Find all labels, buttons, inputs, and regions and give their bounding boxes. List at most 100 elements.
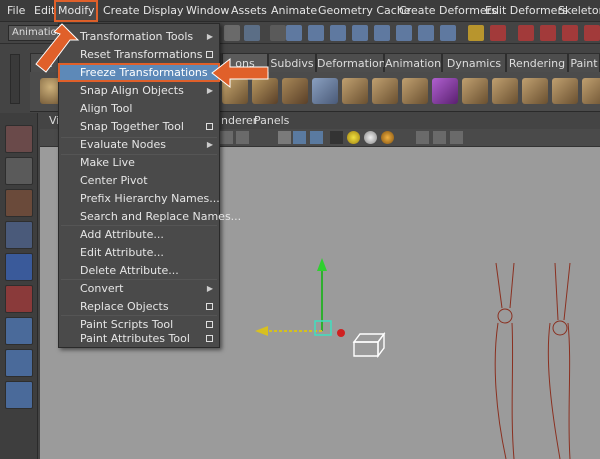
soft-mod-tool-icon[interactable] bbox=[5, 349, 33, 377]
snap-point-icon[interactable] bbox=[330, 25, 346, 41]
isolate-select-icon[interactable] bbox=[416, 131, 429, 144]
menu-item-convert[interactable]: Convert ▶ bbox=[59, 280, 219, 297]
menu-edit-deformers[interactable]: Edit Deformers bbox=[485, 0, 568, 22]
menu-create[interactable]: Create bbox=[103, 0, 140, 22]
menu-item-label: Align Tool bbox=[80, 102, 133, 115]
tab-subdivs[interactable]: Subdivs bbox=[268, 53, 316, 72]
y-axis-arrow-icon bbox=[317, 258, 327, 271]
menu-item-label: Make Live bbox=[80, 156, 135, 169]
camera-settings-icon[interactable] bbox=[450, 131, 463, 144]
hypershade-icon[interactable] bbox=[562, 25, 578, 41]
menu-edit[interactable]: Edit bbox=[34, 0, 55, 22]
xray-icon[interactable] bbox=[293, 131, 306, 144]
menu-item-make-live[interactable]: Make Live bbox=[59, 154, 219, 171]
menu-item-reset-transformations[interactable]: Reset Transformations bbox=[59, 46, 219, 63]
menu-item-delete-attribute[interactable]: Delete Attribute... bbox=[59, 262, 219, 279]
menu-file[interactable]: File bbox=[7, 0, 25, 22]
menu-item-paint-attributes-tool[interactable]: Paint Attributes Tool bbox=[59, 330, 219, 347]
scale-tool-icon[interactable] bbox=[5, 285, 33, 313]
snap-surface-icon[interactable] bbox=[374, 25, 390, 41]
option-box-icon[interactable] bbox=[206, 303, 213, 310]
x-axis-arrow-icon bbox=[255, 326, 268, 336]
select-tool-icon[interactable] bbox=[5, 125, 33, 153]
menu-animate[interactable]: Animate bbox=[271, 0, 317, 22]
tab-deformation[interactable]: Deformation bbox=[316, 53, 386, 72]
textured-icon[interactable] bbox=[310, 131, 323, 144]
menu-item-label: Snap Align Objects bbox=[80, 84, 184, 97]
menu-item-align-tool[interactable]: Align Tool bbox=[59, 100, 219, 117]
shelf-collapse-handle[interactable] bbox=[10, 54, 20, 104]
menu-item-snap-together-tool[interactable]: Snap Together Tool bbox=[59, 118, 219, 135]
menu-item-freeze-transformations[interactable]: Freeze Transformations bbox=[58, 63, 220, 82]
option-box-icon[interactable] bbox=[206, 321, 213, 328]
separate-icon[interactable] bbox=[342, 78, 368, 104]
menu-item-transformation-tools[interactable]: Transformation Tools ▶ bbox=[59, 28, 219, 45]
lasso-tool-icon[interactable] bbox=[5, 157, 33, 185]
menu-geometry-cache[interactable]: Geometry Cache bbox=[318, 0, 411, 22]
menu-item-center-pivot[interactable]: Center Pivot bbox=[59, 172, 219, 189]
rotate-tool-icon[interactable] bbox=[5, 253, 33, 281]
tab-animation[interactable]: Animation bbox=[384, 53, 442, 72]
smooth-icon[interactable] bbox=[402, 78, 428, 104]
panel-menu-renderer[interactable]: nderer bbox=[221, 114, 257, 127]
xray-joints-icon[interactable] bbox=[433, 131, 446, 144]
bridge-icon[interactable] bbox=[492, 78, 518, 104]
menu-item-replace-objects[interactable]: Replace Objects bbox=[59, 298, 219, 315]
tab-dynamics[interactable]: Dynamics bbox=[442, 53, 506, 72]
manipulator-tool-icon[interactable] bbox=[5, 317, 33, 345]
extrude-icon[interactable] bbox=[462, 78, 488, 104]
snap-view-icon[interactable] bbox=[352, 25, 368, 41]
wireframe-on-shaded-icon[interactable] bbox=[278, 131, 291, 144]
shadows-icon[interactable] bbox=[364, 131, 377, 144]
average-vertices-icon[interactable] bbox=[432, 78, 458, 104]
extract-icon[interactable] bbox=[372, 78, 398, 104]
wireframe-icon[interactable] bbox=[220, 131, 233, 144]
append-polygon-icon[interactable] bbox=[522, 78, 548, 104]
menu-item-label: Freeze Transformations bbox=[80, 66, 208, 79]
select-by-hierarchy-icon[interactable] bbox=[224, 25, 240, 41]
menu-skeleton[interactable]: Skeleton bbox=[558, 0, 600, 22]
history-icon[interactable] bbox=[396, 25, 412, 41]
render-view-icon[interactable] bbox=[584, 25, 600, 41]
option-box-icon[interactable] bbox=[206, 335, 213, 342]
checker-icon[interactable] bbox=[330, 131, 343, 144]
menu-window[interactable]: Window bbox=[186, 0, 229, 22]
ipr-render-icon[interactable] bbox=[518, 25, 534, 41]
modify-menu: Transformation Tools ▶ Reset Transformati… bbox=[58, 23, 241, 348]
menu-item-edit-attribute[interactable]: Edit Attribute... bbox=[59, 244, 219, 261]
snap-curve-icon[interactable] bbox=[308, 25, 324, 41]
menu-item-search-replace-names[interactable]: Search and Replace Names... bbox=[59, 208, 241, 225]
high-quality-icon[interactable] bbox=[381, 131, 394, 144]
poly-plane-icon[interactable] bbox=[282, 78, 308, 104]
last-tool-icon[interactable] bbox=[5, 381, 33, 409]
snap-grid-icon[interactable] bbox=[286, 25, 302, 41]
menu-item-add-attribute[interactable]: Add Attribute... bbox=[59, 226, 219, 243]
tab-rendering[interactable]: Rendering bbox=[506, 53, 568, 72]
move-tool-icon[interactable] bbox=[5, 221, 33, 249]
menu-item-prefix-hierarchy-names[interactable]: Prefix Hierarchy Names... bbox=[59, 190, 220, 207]
menu-display[interactable]: Display bbox=[143, 0, 184, 22]
split-polygon-icon[interactable] bbox=[552, 78, 578, 104]
input-ops-icon[interactable] bbox=[418, 25, 434, 41]
option-box-icon[interactable] bbox=[206, 123, 213, 130]
paint-select-tool-icon[interactable] bbox=[5, 189, 33, 217]
menu-item-label: Search and Replace Names... bbox=[80, 210, 242, 223]
output-ops-icon[interactable] bbox=[440, 25, 456, 41]
select-by-object-icon[interactable] bbox=[244, 25, 260, 41]
menu-item-evaluate-nodes[interactable]: Evaluate Nodes ▶ bbox=[59, 136, 219, 153]
tab-paint[interactable]: Paint bbox=[568, 53, 600, 72]
lock-icon[interactable] bbox=[468, 25, 484, 41]
menu-assets[interactable]: Assets bbox=[231, 0, 267, 22]
menu-create-deformers[interactable]: Create Deformers bbox=[399, 0, 497, 22]
render-current-icon[interactable] bbox=[490, 25, 506, 41]
menu-item-snap-align-objects[interactable]: Snap Align Objects ▶ bbox=[59, 82, 219, 99]
menu-modify[interactable]: Modify bbox=[54, 0, 99, 22]
insert-edge-loop-icon[interactable] bbox=[582, 78, 600, 104]
smooth-shade-icon[interactable] bbox=[236, 131, 249, 144]
panel-menu-panels[interactable]: Panels bbox=[254, 114, 289, 127]
use-all-lights-icon[interactable] bbox=[347, 131, 360, 144]
render-settings-icon[interactable] bbox=[540, 25, 556, 41]
combine-icon[interactable] bbox=[312, 78, 338, 104]
menu-arrow-icon[interactable] bbox=[270, 25, 286, 41]
menu-item-label: Prefix Hierarchy Names... bbox=[80, 192, 220, 205]
